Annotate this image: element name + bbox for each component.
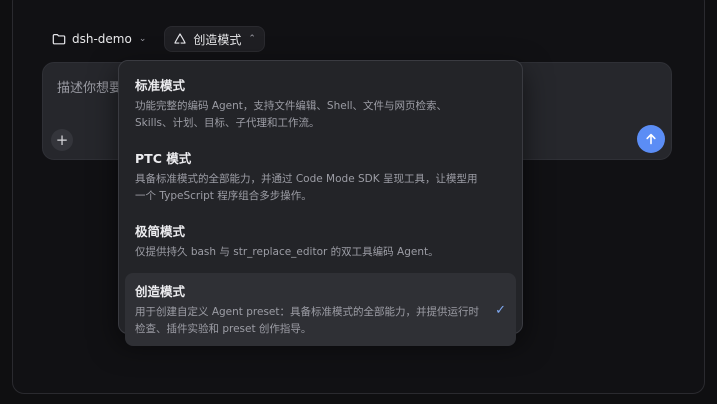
mode-option-standard[interactable]: 标准模式 功能完整的编码 Agent，支持文件编辑、Shell、文件与网页检索、…	[125, 67, 516, 140]
mode-option-desc: 具备标准模式的全部能力，并通过 Code Mode SDK 呈现工具，让模型用一…	[135, 173, 478, 202]
mode-option-desc: 仅提供持久 bash 与 str_replace_editor 的双工具编码 A…	[135, 246, 439, 258]
mode-option-desc: 用于创建自定义 Agent preset：具备标准模式的全部能力，并提供运行时检…	[135, 306, 480, 335]
prompt-placeholder: 描述你想要	[57, 81, 123, 96]
mode-label: 创造模式	[193, 32, 242, 47]
chevron-down-icon: ⌄	[138, 34, 147, 44]
send-button[interactable]	[637, 125, 665, 153]
add-attachment-button[interactable]: +	[51, 129, 73, 151]
arrow-up-icon	[646, 133, 656, 145]
mode-option-title: 标准模式	[135, 78, 186, 93]
mode-option-minimal[interactable]: 极简模式 仅提供持久 bash 与 str_replace_editor 的双工…	[125, 213, 516, 269]
project-selector[interactable]: dsh-demo ⌄	[44, 26, 154, 52]
project-label: dsh-demo	[72, 32, 132, 46]
mode-option-creator[interactable]: 创造模式 用于创建自定义 Agent preset：具备标准模式的全部能力，并提…	[125, 273, 516, 346]
chevron-up-icon: ⌃	[248, 34, 256, 44]
mode-dropdown-menu: 标准模式 功能完整的编码 Agent，支持文件编辑、Shell、文件与网页检索、…	[118, 60, 523, 346]
check-icon: ✓	[495, 303, 506, 318]
mode-option-desc: 功能完整的编码 Agent，支持文件编辑、Shell、文件与网页检索、Skill…	[135, 100, 448, 129]
top-bar: dsh-demo ⌄ 创造模式 ⌃	[44, 26, 265, 52]
mode-option-title: 极简模式	[135, 224, 186, 239]
mode-option-ptc[interactable]: PTC 模式 具备标准模式的全部能力，并通过 Code Mode SDK 呈现工…	[125, 140, 516, 213]
mode-selector[interactable]: 创造模式 ⌃	[164, 26, 265, 52]
recycle-icon	[173, 32, 187, 46]
folder-icon	[52, 32, 66, 46]
mode-option-title: 创造模式	[135, 284, 186, 299]
mode-option-title: PTC 模式	[135, 151, 192, 166]
